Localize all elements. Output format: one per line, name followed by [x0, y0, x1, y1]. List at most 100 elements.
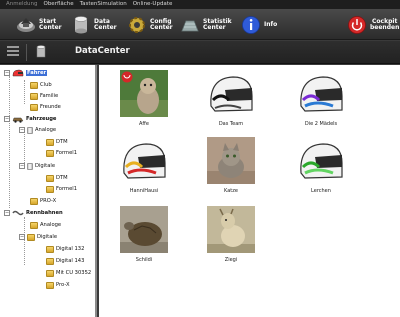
driver-photo-turtle	[120, 206, 168, 253]
tree-node-rennbahnen-digitale[interactable]: − Digitale	[19, 232, 57, 242]
hamburger-menu-icon[interactable]	[7, 46, 19, 58]
tree-label-analoge: Analoge	[35, 127, 57, 133]
tree-node-freunde[interactable]: Freunde	[30, 102, 61, 112]
helmet-image-red	[123, 143, 166, 179]
start-center-button[interactable]: Start Center	[16, 13, 62, 37]
driver-name: Affe	[139, 121, 149, 127]
menu-tastensimulation[interactable]: TastenSimulation	[80, 0, 127, 9]
folder-icon	[30, 81, 38, 89]
driver-tile[interactable]: Die 2 Mädels	[291, 70, 351, 127]
tree-label-prox: PRO-X	[40, 198, 57, 204]
driver-photo-cat	[207, 137, 255, 184]
tree-node-prox[interactable]: PRO-X	[30, 196, 56, 206]
driver-name: Ziegi	[224, 257, 238, 263]
tree-node-club[interactable]: Club	[30, 80, 52, 90]
tree-node-fahrer[interactable]: − Fahrer	[4, 68, 48, 78]
data-center-button[interactable]: Data Center	[71, 13, 117, 37]
driver-photo-monkey	[120, 70, 168, 117]
folder-icon	[30, 221, 38, 229]
tree-node-familie[interactable]: Familie	[30, 91, 58, 101]
tree-label-digital132: Digital 132	[56, 246, 85, 252]
tree-line	[9, 76, 10, 208]
driver-tile[interactable]: Schildi	[114, 206, 174, 263]
tree-label-digital143: Digital 143	[56, 258, 85, 264]
info-label: Info	[264, 20, 278, 28]
menu-online-update[interactable]: Online-Update	[133, 0, 173, 9]
collapse-toggle[interactable]: −	[19, 127, 25, 133]
tree-label-formel1-digital: Formel1	[56, 186, 78, 192]
helmet-image-black	[210, 76, 253, 112]
tree-node-formel1[interactable]: Formel1	[46, 148, 77, 158]
collapse-toggle[interactable]: −	[19, 234, 25, 240]
helmet-image-blue	[300, 76, 343, 112]
tree-label-mitcu: Mit CU 30352	[56, 270, 92, 276]
statistik-center-button[interactable]: Statistik Center	[180, 13, 232, 37]
driver-name: Das Team	[218, 121, 244, 127]
driver-tile[interactable]: Das Team	[201, 70, 261, 127]
power-icon	[348, 16, 366, 34]
driver-name: Die 2 Mädels	[304, 121, 338, 127]
tree-label-club: Club	[40, 82, 52, 88]
driver-tile[interactable]: Affe	[114, 70, 174, 127]
tree-node-formel1-digital[interactable]: Formel1	[46, 184, 77, 194]
driver-name: Lerchen	[311, 188, 331, 194]
tree-label-dtm: DTM	[56, 139, 68, 145]
driver-tile[interactable]: Lerchen	[291, 137, 351, 194]
database-small-icon[interactable]	[36, 45, 46, 59]
cockpit-beenden-button[interactable]: Cockpit beenden	[347, 13, 399, 37]
tree-node-dtm[interactable]: DTM	[46, 137, 68, 147]
track-icon	[12, 210, 24, 216]
tree-label-fahrzeuge: Fahrzeuge	[26, 116, 57, 122]
helmet-image-green	[300, 143, 343, 179]
menu-oberflaeche[interactable]: Oberfläche	[43, 0, 73, 9]
tree-label-formel1: Formel1	[56, 150, 78, 156]
tree-label-dtm-digital: DTM	[56, 175, 68, 181]
helmet-icon	[12, 69, 24, 77]
tree-label-rennbahnen-digitale: Digitale	[37, 234, 58, 240]
collapse-toggle[interactable]: −	[19, 163, 25, 169]
tree-node-fahrzeuge[interactable]: − Fahrzeuge	[4, 114, 56, 124]
tree-node-rennbahnen-analoge[interactable]: Analoge	[30, 220, 61, 230]
driver-tile[interactable]: HanniHausi	[114, 137, 174, 194]
info-button[interactable]: Info	[241, 13, 277, 37]
folder-icon	[27, 233, 35, 241]
tree-node-prox-rennbahn[interactable]: Pro-X	[46, 280, 70, 290]
tree-node-digitale[interactable]: − Digitale	[19, 161, 55, 171]
database-icon	[27, 162, 33, 170]
collapse-toggle[interactable]: −	[4, 70, 10, 76]
menu-anmeldung[interactable]: Anmeldung	[6, 0, 37, 9]
tree-label-freunde: Freunde	[40, 104, 61, 110]
driver-tile[interactable]: Katze	[201, 137, 261, 194]
folder-icon	[46, 281, 54, 289]
folder-icon	[46, 269, 54, 277]
divider	[26, 44, 27, 61]
folder-icon	[46, 149, 54, 157]
data-center-label: Data Center	[94, 17, 117, 31]
tree-label-fahrer: Fahrer	[26, 70, 48, 76]
info-icon	[242, 16, 260, 34]
tree-label-digitale: Digitale	[35, 163, 56, 169]
tree-node-rennbahnen[interactable]: − Rennbahnen	[4, 208, 63, 218]
tree-line	[24, 80, 25, 104]
tree-node-digital132[interactable]: Digital 132	[46, 244, 84, 254]
main-toolbar: Start Center Data Center Config Center S…	[0, 9, 400, 40]
config-center-button[interactable]: Config Center	[127, 13, 173, 37]
driver-tile[interactable]: Ziegi	[201, 206, 261, 263]
tree-label-prox-rennbahn: Pro-X	[56, 282, 70, 288]
driver-photo-goat	[207, 206, 255, 253]
driver-gallery: Affe Das Team Die 2 Mädels HanniHausi Ka…	[99, 65, 400, 317]
collapse-toggle[interactable]: −	[4, 116, 10, 122]
tree-node-dtm-digital[interactable]: DTM	[46, 173, 68, 183]
folder-icon	[46, 185, 54, 193]
start-center-label: Start Center	[39, 17, 62, 31]
tree-node-digital143[interactable]: Digital 143	[46, 256, 84, 266]
tree-node-mitcu[interactable]: Mit CU 30352	[46, 268, 91, 278]
database-icon	[74, 16, 88, 34]
folder-icon	[46, 245, 54, 253]
collapse-toggle[interactable]: −	[4, 210, 10, 216]
start-center-icon	[17, 18, 35, 32]
driver-name: Schildi	[135, 257, 153, 263]
tree-node-analoge[interactable]: − Analoge	[19, 125, 56, 135]
navigation-tree: − Fahrer Club Familie Freunde − Fahrzeug…	[0, 65, 97, 317]
driver-name: HanniHausi	[129, 188, 159, 194]
